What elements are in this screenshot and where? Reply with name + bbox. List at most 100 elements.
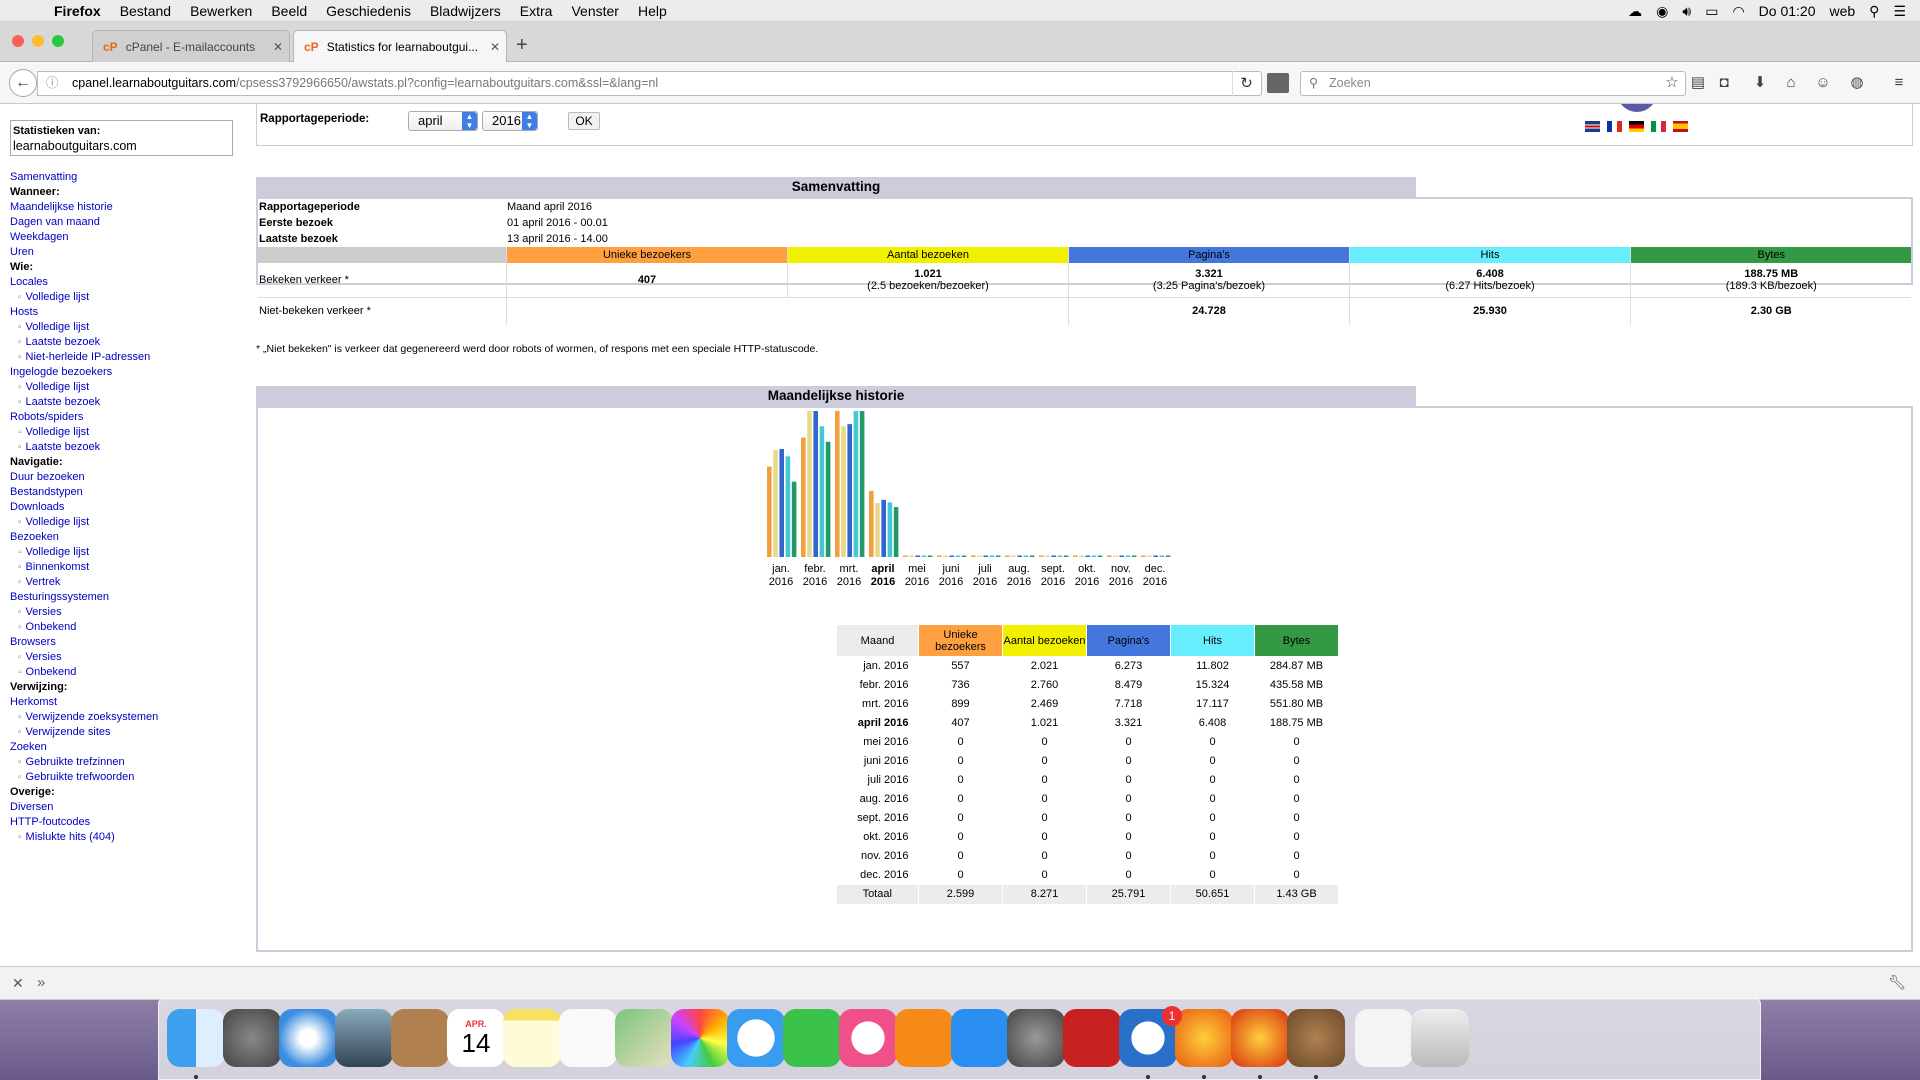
sidebar-link[interactable]: Weekdagen xyxy=(10,230,158,245)
sidebar-link[interactable]: Besturingssystemen xyxy=(10,590,158,605)
sidebar-link[interactable]: Browsers xyxy=(10,635,158,650)
close-icon[interactable]: ✕ xyxy=(12,975,24,992)
sidebar-sublink[interactable]: Volledige lijst xyxy=(18,425,158,440)
sidebar-sublink[interactable]: Mislukte hits (404) xyxy=(18,830,158,845)
itunes-icon[interactable] xyxy=(839,1009,897,1067)
menu-item-venster[interactable]: Venster xyxy=(571,3,618,19)
sidebar-link[interactable]: Herkomst xyxy=(10,695,158,710)
flag-de-icon[interactable] xyxy=(1629,121,1644,132)
sidebar-sublink[interactable]: Onbekend xyxy=(18,620,158,635)
filezilla-icon[interactable] xyxy=(1063,1009,1121,1067)
sidebar-sublink[interactable]: Gebruikte trefzinnen xyxy=(18,755,158,770)
facetime-icon[interactable] xyxy=(783,1009,841,1067)
spotlight-icon[interactable]: ⚲ xyxy=(1869,3,1879,20)
menu-item-bladwijzers[interactable]: Bladwijzers xyxy=(430,3,501,19)
new-tab-button[interactable]: + xyxy=(516,34,528,57)
awstats-logo[interactable] xyxy=(1617,104,1657,112)
contacts-icon[interactable] xyxy=(391,1009,449,1067)
user-name[interactable]: web xyxy=(1829,3,1855,19)
ok-button[interactable]: OK xyxy=(568,112,600,130)
sidebar-link[interactable]: Hosts xyxy=(10,305,158,320)
wifi-icon[interactable]: ◠ xyxy=(1732,3,1744,20)
creative-cloud-icon[interactable]: ☁ xyxy=(1628,3,1642,20)
menu-app-name[interactable]: Firefox xyxy=(54,3,101,19)
menu-item-bewerken[interactable]: Bewerken xyxy=(190,3,252,19)
back-button[interactable]: ← xyxy=(9,69,37,97)
sidebar-sublink[interactable]: Versies xyxy=(18,650,158,665)
maps-icon[interactable] xyxy=(615,1009,673,1067)
site-info-icon[interactable]: ⓘ xyxy=(46,72,59,95)
wrench-icon[interactable]: 🔧︎ xyxy=(1888,974,1906,991)
menu-item-geschiedenis[interactable]: Geschiedenis xyxy=(326,3,411,19)
sidebar-link[interactable]: Downloads xyxy=(10,500,158,515)
url-bar[interactable]: ⓘ cpanel.learnaboutguitars.com/cpsess379… xyxy=(37,71,1262,96)
menu-item-beeld[interactable]: Beeld xyxy=(271,3,307,19)
menu-item-bestand[interactable]: Bestand xyxy=(120,3,171,19)
chat-icon[interactable]: ☺ xyxy=(1812,73,1834,93)
sidebar-sublink[interactable]: Binnenkomst xyxy=(18,560,158,575)
reading-list-icon[interactable]: ▤ xyxy=(1687,73,1709,93)
sidebar-sublink[interactable]: Onbekend xyxy=(18,665,158,680)
search-input[interactable]: ⚲ Zoeken xyxy=(1300,71,1686,96)
hamburger-menu-icon[interactable]: ≡ xyxy=(1888,73,1910,93)
sidebar-link[interactable]: Maandelijkse historie xyxy=(10,200,158,215)
sidebar-sublink[interactable]: Laatste bezoek xyxy=(18,440,158,455)
sidebar-sublink[interactable]: Laatste bezoek xyxy=(18,395,158,410)
year-select[interactable]: 2016 ▲ ▼ xyxy=(482,111,538,131)
sidebar-link[interactable]: Diversen xyxy=(10,800,158,815)
sidebar-sublink[interactable]: Verwijzende zoeksystemen xyxy=(18,710,159,725)
window-close-button[interactable] xyxy=(12,35,24,47)
flag-it-icon[interactable] xyxy=(1651,121,1666,132)
pocket-icon[interactable]: ◘ xyxy=(1713,73,1735,93)
gimp-icon[interactable] xyxy=(1287,1009,1345,1067)
sidebar-link[interactable]: Zoeken xyxy=(10,740,158,755)
sidebar-sublink[interactable]: Laatste bezoek xyxy=(18,335,158,350)
notification-center-icon[interactable]: ☰ xyxy=(1893,3,1906,20)
sidebar-sublink[interactable]: Niet-herleide IP-adressen xyxy=(18,350,158,365)
calendar-icon[interactable]: APR. 14 xyxy=(447,1009,505,1067)
messages-icon[interactable] xyxy=(727,1009,785,1067)
airplay-icon[interactable]: ▭ xyxy=(1705,3,1718,20)
flag-en-icon[interactable] xyxy=(1585,121,1600,132)
status-app-icon[interactable]: ◉ xyxy=(1656,3,1668,20)
tab-cpanel-email[interactable]: cP cPanel - E-mailaccounts ✕ xyxy=(92,30,290,62)
sidebar-sublink[interactable]: Volledige lijst xyxy=(18,320,158,335)
finder-icon[interactable] xyxy=(167,1009,225,1067)
trash-icon[interactable] xyxy=(1411,1009,1469,1067)
window-zoom-button[interactable] xyxy=(52,35,64,47)
home-icon[interactable]: ⌂ xyxy=(1780,73,1802,93)
sidebar-sublink[interactable]: Vertrek xyxy=(18,575,158,590)
month-select[interactable]: april ▲ ▼ xyxy=(408,111,478,131)
reload-button[interactable]: ↻ xyxy=(1232,71,1260,96)
sidebar-sublink[interactable]: Volledige lijst xyxy=(18,290,158,305)
appstore-icon[interactable] xyxy=(951,1009,1009,1067)
menu-item-help[interactable]: Help xyxy=(638,3,667,19)
sidebar-sublink[interactable]: Versies xyxy=(18,605,158,620)
bookmark-star-icon[interactable]: ☆ xyxy=(1661,73,1683,93)
downloads-icon[interactable]: ⬇ xyxy=(1749,73,1771,93)
sidebar-sublink[interactable]: Verwijzende sites xyxy=(18,725,158,740)
sidebar-sublink[interactable]: Gebruikte trefwoorden xyxy=(18,770,158,785)
double-chevron-icon[interactable]: » xyxy=(37,974,45,991)
system-preferences-icon[interactable] xyxy=(1007,1009,1065,1067)
safari-icon[interactable] xyxy=(279,1009,337,1067)
sidebar-link[interactable]: Bezoeken xyxy=(10,530,158,545)
volume-icon[interactable]: 🔊︎ xyxy=(1682,3,1691,20)
menu-item-extra[interactable]: Extra xyxy=(520,3,553,19)
sidebar-link[interactable]: Ingelogde bezoekers xyxy=(10,365,158,380)
ibooks-icon[interactable] xyxy=(895,1009,953,1067)
sidebar-link[interactable]: Bestandstypen xyxy=(10,485,158,500)
flag-fr-icon[interactable] xyxy=(1607,121,1622,132)
sidebar-link[interactable]: Dagen van maand xyxy=(10,215,158,230)
sidebar-link[interactable]: Samenvatting xyxy=(10,170,158,185)
flag-es-icon[interactable] xyxy=(1673,121,1688,132)
extension-icon[interactable]: ◍ xyxy=(1846,73,1868,93)
tab-close-icon[interactable]: ✕ xyxy=(484,40,506,54)
notes-icon[interactable] xyxy=(503,1009,561,1067)
sidebar-link[interactable]: Robots/spiders xyxy=(10,410,158,425)
window-minimize-button[interactable] xyxy=(32,35,44,47)
reminders-icon[interactable] xyxy=(559,1009,617,1067)
clock[interactable]: Do 01:20 xyxy=(1759,3,1816,19)
sidebar-sublink[interactable]: Volledige lijst xyxy=(18,545,158,560)
document-icon[interactable] xyxy=(1355,1009,1413,1067)
